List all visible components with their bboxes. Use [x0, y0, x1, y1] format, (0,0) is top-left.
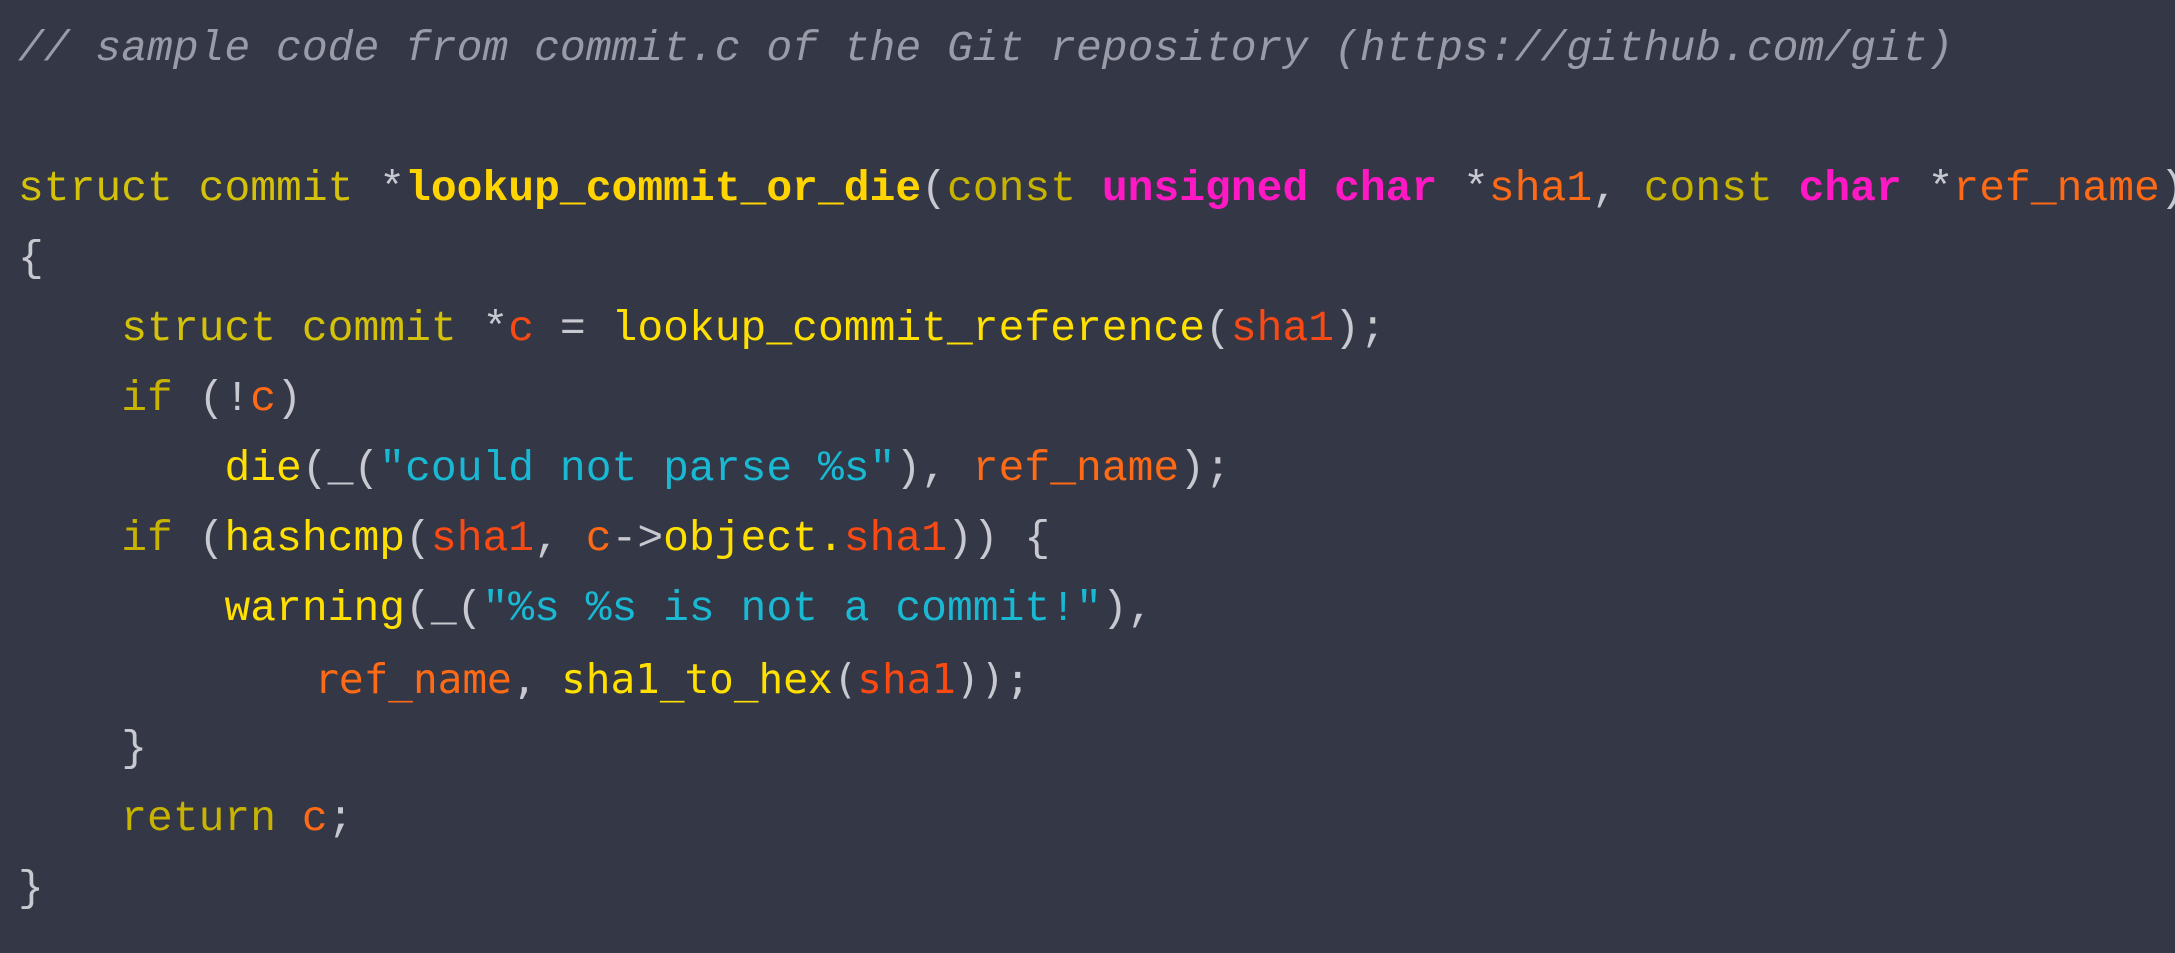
code-token: (!	[172, 374, 251, 423]
code-token: ;	[327, 794, 354, 843]
code-token: (	[832, 655, 858, 703]
code-token: ref_name	[314, 655, 512, 703]
code-token: ));	[956, 655, 1031, 703]
code-line: struct commit *c = lookup_commit_referen…	[18, 294, 2175, 364]
code-token: c	[508, 304, 535, 353]
code-line: if (!c)	[18, 364, 2175, 434]
code-line: return c;	[18, 784, 2175, 854]
code-token: *	[353, 164, 406, 213]
code-token: sha1_to_hex	[561, 655, 833, 703]
code-token: const	[946, 164, 1077, 213]
code-token: );	[1334, 304, 1386, 353]
code-token: "%s %s is not a commit!"	[482, 584, 1102, 633]
code-token: =	[534, 304, 612, 353]
code-token: commit	[301, 304, 457, 353]
code-line: // sample code from commit.c of the Git …	[18, 14, 2175, 84]
code-token: commit	[198, 164, 354, 213]
code-token: c	[585, 514, 612, 563]
code-token: const	[1643, 164, 1773, 213]
code-token: lookup_commit_or_die	[405, 164, 922, 213]
code-line: }	[18, 854, 2175, 924]
code-line: if (hashcmp(sha1, c->object.sha1)) {	[18, 504, 2175, 574]
code-token: ,	[534, 514, 586, 563]
code-token: char	[1798, 164, 1902, 213]
code-token: }	[18, 864, 44, 913]
code-token: sha1	[857, 655, 957, 703]
code-token: c	[250, 374, 277, 423]
code-token: {	[18, 234, 44, 283]
code-token: *	[1901, 164, 1954, 213]
code-token: ->	[611, 514, 664, 563]
code-token: warning	[224, 584, 406, 633]
code-line: struct commit *lookup_commit_or_die(cons…	[18, 154, 2175, 224]
code-token: ),	[1101, 584, 1154, 633]
code-token: sha1	[843, 514, 947, 563]
code-line: ref_name, sha1_to_hex(sha1));	[18, 644, 2175, 714]
code-token: die	[224, 444, 302, 493]
code-token: ,	[511, 655, 562, 703]
code-token: .	[817, 514, 844, 563]
code-token: sha1	[1488, 164, 1593, 213]
code-token: (_(	[301, 444, 380, 493]
code-token: ref_name	[1953, 164, 2160, 213]
code-token: )	[2160, 164, 2175, 213]
code-token: }	[121, 724, 148, 773]
code-token: (	[172, 514, 225, 563]
code-token: struct	[121, 304, 277, 353]
code-token: sha1	[1230, 304, 1335, 353]
code-line: die(_("could not parse %s"), ref_name);	[18, 434, 2175, 504]
code-token: "could not parse %s"	[379, 444, 896, 493]
code-token: (	[1205, 304, 1231, 353]
code-line: warning(_("%s %s is not a commit!"),	[18, 574, 2175, 644]
code-token: // sample code from commit.c of the Git …	[18, 24, 1954, 73]
code-token: )) {	[947, 514, 1051, 563]
code-token: )	[276, 374, 302, 423]
code-token: return	[121, 794, 277, 843]
code-token: object	[663, 514, 818, 563]
code-token: *	[1437, 164, 1489, 213]
code-token: if	[121, 374, 173, 423]
code-token: hashcmp	[224, 514, 406, 563]
code-token: c	[301, 794, 328, 843]
code-token: ),	[895, 444, 973, 493]
code-token: (_(	[405, 584, 483, 633]
code-token: sha1	[430, 514, 535, 563]
code-token: ref_name	[972, 444, 1180, 493]
code-token: (	[405, 514, 431, 563]
code-token: );	[1179, 444, 1231, 493]
code-token: if	[121, 514, 173, 563]
code-token: *	[456, 304, 509, 353]
code-line: {	[18, 224, 2175, 294]
code-token: unsigned	[1101, 164, 1309, 213]
code-token: ,	[1592, 164, 1644, 213]
code-snippet-viewer: // sample code from commit.c of the Git …	[0, 0, 2175, 953]
code-token: lookup_commit_reference	[611, 304, 1206, 353]
code-token: struct	[18, 164, 173, 213]
code-token: char	[1334, 164, 1438, 213]
code-line: }	[18, 714, 2175, 784]
code-token: (	[921, 164, 947, 213]
